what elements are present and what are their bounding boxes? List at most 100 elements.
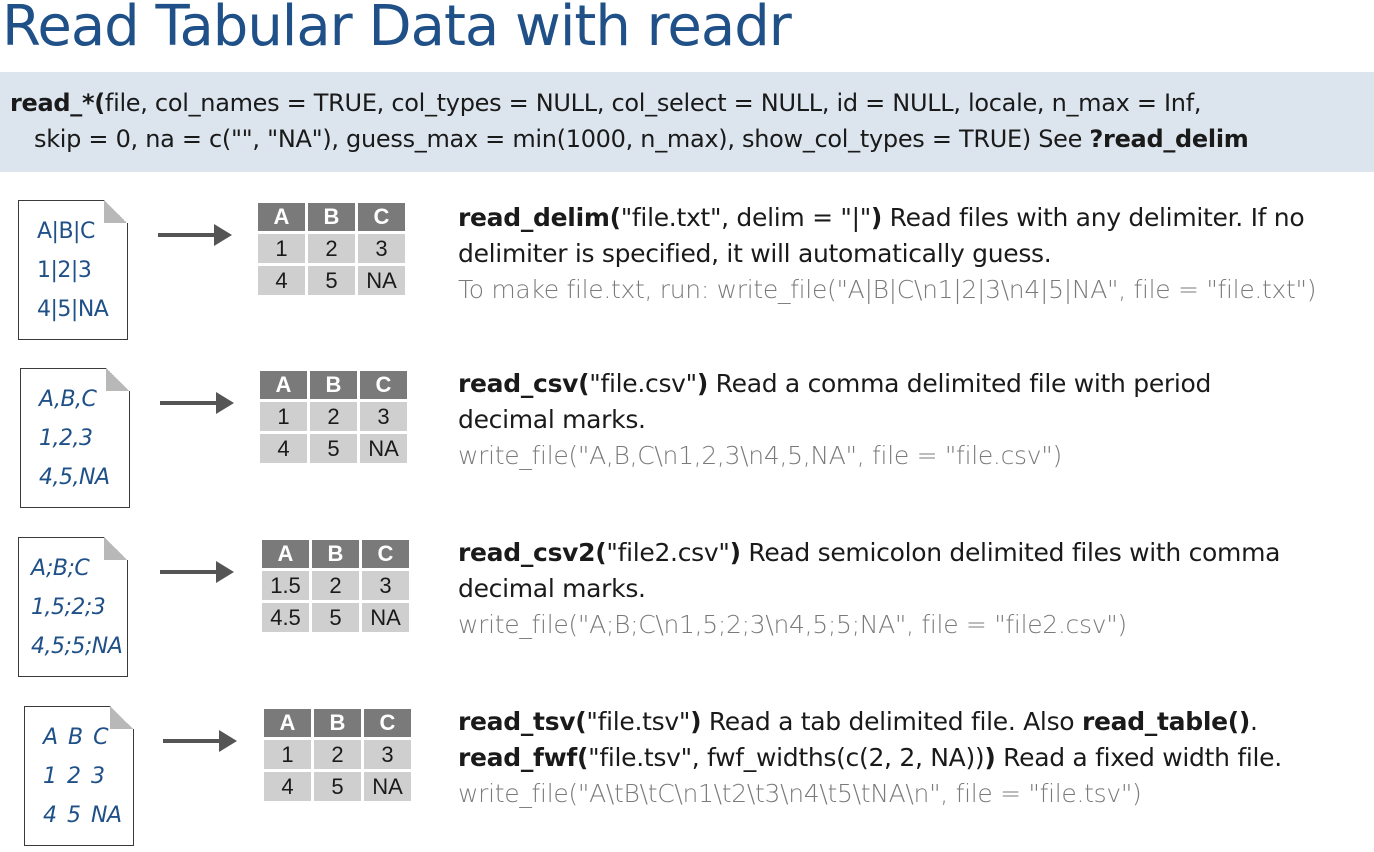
result-table: A B C 1 2 3 4 5 NA [261,706,414,804]
section-description: read_tsv("file.tsv") Read a tab delimite… [458,704,1368,812]
file-line: 1|2|3 [37,258,92,283]
table-header: A [260,371,307,399]
function-name-secondary: read_table() [1081,707,1250,736]
page-fold-icon [104,538,128,560]
file-line: 4 5 NA [43,803,122,828]
table-header: B [314,709,361,737]
function-name: read_csv2( [458,538,607,567]
signature-line-2: skip = 0, na = c("", "NA"), guess_max = … [10,121,1374,157]
function-name: read_delim( [458,203,621,232]
table-cell: 3 [358,234,405,263]
table-row: 4 5 NA [264,772,411,801]
description-text-end: . [1250,707,1258,736]
signature-args-2: skip = 0, na = c("", "NA"), guess_max = … [34,125,1090,153]
page-fold-icon [106,369,130,391]
table-header: A [264,709,311,737]
section-read-csv: A,B,C 1,2,3 4,5,NA A B C 1 2 3 4 5 NA re… [0,358,1374,508]
table-header: B [308,203,355,231]
table-cell: 1 [258,234,305,263]
table-row: 1 2 3 [260,402,407,431]
table-cell: 1.5 [262,571,309,600]
example-code: To make file.txt, run: write_file("A|B|C… [458,275,1317,304]
arrow-right-icon [158,224,232,246]
arrow-right-icon [160,561,234,583]
arrow-right-icon [163,730,237,752]
description-line-1: read_csv("file.csv") Read a comma delimi… [458,366,1368,402]
description-text: Read a comma delimited file with period [708,369,1212,398]
table-cell: 5 [310,434,357,463]
file-line: 4,5,NA [39,465,110,490]
table-cell: NA [360,434,407,463]
function-close: ) [729,538,741,567]
arrow-right-icon [160,392,234,414]
section-read-csv2: A;B;C 1,5;2;3 4,5;5;NA A B C 1.5 2 3 4.5… [0,527,1374,677]
function-close: ) [870,203,883,232]
file-line: A;B;C [31,556,90,581]
page-title: Read Tabular Data with readr [2,0,792,59]
signature-line-1: read_*(file, col_names = TRUE, col_types… [10,85,1374,121]
table-cell: NA [358,266,405,295]
example-code: write_file("A,B,C\n1,2,3\n4,5,NA", file … [458,441,1062,470]
description-text: Read a tab delimited file. Also [701,707,1082,736]
table-cell: 4.5 [262,603,309,632]
section-description: read_csv("file.csv") Read a comma delimi… [458,366,1368,474]
example-code: write_file("A\tB\tC\n1\t2\t3\n4\t5\tNA\n… [458,779,1142,808]
signature-args-1: file, col_names = TRUE, col_types = NULL… [104,89,1202,117]
function-name: read_csv( [458,369,590,398]
table-cell: 3 [364,740,411,769]
page-fold-icon [104,201,128,223]
function-args: "file.tsv", fwf_widths(c(2, 2, NA)) [588,743,985,772]
table-header: C [358,203,405,231]
file-line: 4,5;5;NA [31,634,123,659]
file-line: A B C [43,725,109,750]
table-header: A [262,540,309,568]
table-row: 1 2 3 [258,234,405,263]
description-line-2: delimiter is specified, it will automati… [458,239,1052,268]
table-cell: 2 [310,402,357,431]
table-row: 1 2 3 [264,740,411,769]
table-cell: 4 [264,772,311,801]
table-header-row: A B C [260,371,407,399]
table-row: 1.5 2 3 [262,571,409,600]
table-header: C [360,371,407,399]
result-table: A B C 1 2 3 4 5 NA [255,200,408,298]
table-cell: 2 [312,571,359,600]
section-description: read_csv2("file2.csv") Read semicolon de… [458,535,1368,643]
table-cell: 4 [260,434,307,463]
description-text: Read files with any delimiter. If no [882,203,1305,232]
table-header: A [258,203,305,231]
section-read-delim: A|B|C 1|2|3 4|5|NA A B C 1 2 3 4 5 NA re… [0,190,1374,340]
table-header-row: A B C [258,203,405,231]
file-line: 1 2 3 [43,764,105,789]
example-code: write_file("A;B;C\n1,5;2;3\n4,5;5;NA", f… [458,610,1127,639]
signature-see-link: ?read_delim [1089,125,1249,153]
function-args: "file.tsv" [586,707,691,736]
table-cell: 2 [314,740,361,769]
function-name: read_fwf( [458,743,589,772]
function-close: ) [690,707,702,736]
file-line: A,B,C [39,387,97,412]
table-header: B [312,540,359,568]
function-args: "file2.csv" [606,538,730,567]
table-cell: 3 [362,571,409,600]
file-line: A|B|C [37,219,95,244]
description-text: Read a fixed width file. [995,743,1282,772]
function-args: "file.txt", delim = "|" [620,203,871,232]
description-text: Read semicolon delimited files with comm… [740,538,1281,567]
table-row: 4 5 NA [260,434,407,463]
table-cell: 3 [360,402,407,431]
table-cell: 2 [308,234,355,263]
table-header-row: A B C [262,540,409,568]
table-cell: 1 [264,740,311,769]
result-table: A B C 1.5 2 3 4.5 5 NA [259,537,412,635]
signature-fn: read_*( [10,89,105,117]
function-close: ) [696,369,709,398]
table-cell: NA [364,772,411,801]
table-cell: 4 [258,266,305,295]
function-signature: read_*(file, col_names = TRUE, col_types… [0,72,1374,172]
description-line-2: decimal marks. [458,574,646,603]
table-header: C [364,709,411,737]
description-line-1: read_delim("file.txt", delim = "|") Read… [458,200,1368,236]
function-close: ) [984,743,996,772]
table-header-row: A B C [264,709,411,737]
